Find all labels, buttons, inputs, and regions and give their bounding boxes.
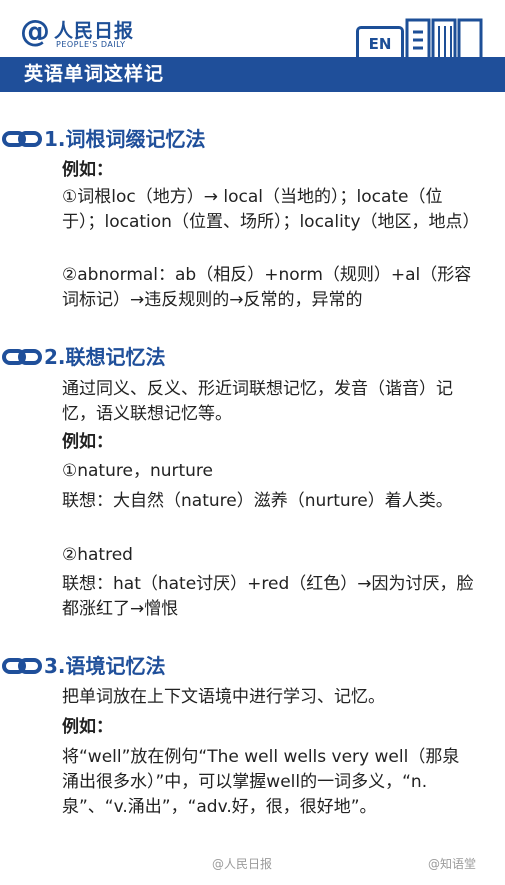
section-title: 2.联想记忆法 (44, 345, 166, 369)
chain-link-icon (2, 658, 42, 674)
section-intro: 通过同义、反义、形近词联想记忆，发音（谐音）记忆，语义联想记忆等。 (62, 379, 453, 424)
example-item: ①词根loc（地方）→ local（当地的）；locate（位于）；locati… (62, 187, 480, 232)
example-item: ②hatred (62, 545, 133, 565)
example-item: 联想：hat（hate讨厌）+red（红色）→因为讨厌，脸都涨红了→憎恨 (62, 574, 474, 619)
weibo-watermark-left: @人民日报 (212, 857, 273, 871)
example-item: 将“well”放在例句“The well wells very well（那泉涌… (62, 747, 460, 817)
header: @ 人民日报 PEOPLE'S DAILY EN 英语单词这样记 (0, 0, 505, 96)
example-label: 例如： (62, 160, 113, 180)
chain-link-icon (2, 131, 42, 147)
example-item: ②abnormal：ab（相反）+norm（规则）+al（形容词标记）→违反规则… (62, 265, 472, 310)
section-title: 1.词根词缀记忆法 (44, 127, 206, 151)
logo-at-symbol: @ (20, 14, 50, 49)
section-intro: 把单词放在上下文语境中进行学习、记忆。 (62, 687, 385, 707)
example-label: 例如： (62, 717, 113, 737)
example-item: ①nature，nurture (62, 461, 213, 481)
weibo-watermark-right: @知语堂 (428, 857, 477, 871)
logo-subtitle: PEOPLE'S DAILY (56, 40, 126, 49)
section-title: 3.语境记忆法 (44, 654, 166, 678)
example-label: 例如： (62, 432, 113, 452)
title-bar: 英语单词这样记 (0, 57, 505, 92)
section-heading-2: 2.联想记忆法 (0, 341, 505, 373)
section-heading-1: 1.词根词缀记忆法 (0, 123, 505, 155)
example-item: 联想：大自然（nature）滋养（nurture）着人类。 (62, 491, 453, 511)
chain-link-icon (2, 349, 42, 365)
page-title: 英语单词这样记 (24, 63, 165, 85)
section-heading-3: 3.语境记忆法 (0, 650, 505, 682)
logo-name: 人民日报 (54, 20, 135, 42)
